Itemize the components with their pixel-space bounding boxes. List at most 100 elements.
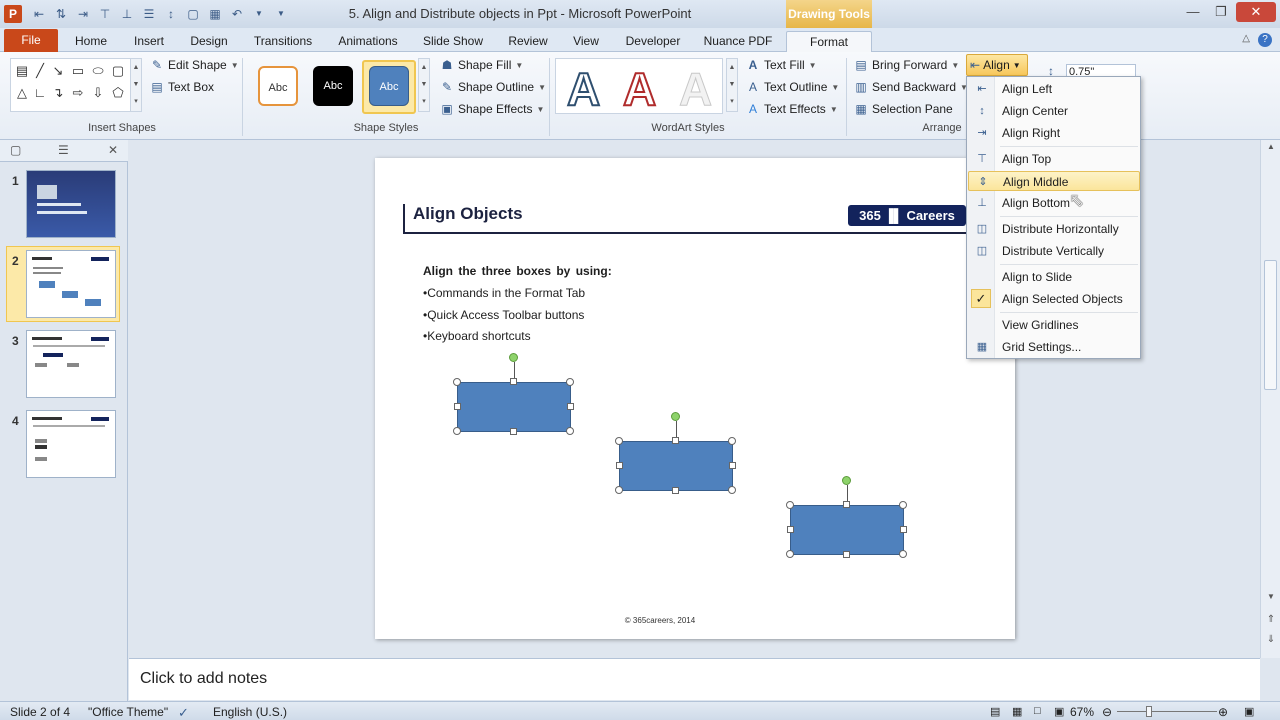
slide-title[interactable]: Align Objects bbox=[413, 204, 523, 224]
bent-arrow-icon[interactable]: ↴ bbox=[49, 85, 67, 101]
close-icon[interactable]: ✕ bbox=[1236, 2, 1276, 22]
resize-handle[interactable] bbox=[899, 550, 907, 558]
shape-style-orange-outline[interactable]: Abc bbox=[258, 66, 298, 106]
zoom-out-icon[interactable]: ⊖ bbox=[1102, 705, 1112, 719]
edit-shape-button[interactable]: ✎ Edit Shape ▼ bbox=[150, 58, 239, 72]
bullet-quick-access[interactable]: •Quick Access Toolbar buttons bbox=[423, 308, 584, 322]
normal-view-icon[interactable]: ▤ bbox=[990, 705, 1000, 718]
menu-item-align-right[interactable]: ⇥ Align Right bbox=[968, 123, 1140, 143]
menu-item-align-left[interactable]: ⇤ Align Left bbox=[968, 79, 1140, 99]
previous-slide-icon[interactable]: ⇑ bbox=[1261, 614, 1280, 625]
shape-effects-button[interactable]: ▣ Shape Effects ▼ bbox=[440, 102, 544, 116]
next-slide-icon[interactable]: ⇓ bbox=[1261, 634, 1280, 645]
resize-handle[interactable] bbox=[672, 437, 679, 444]
scroll-up-icon[interactable]: ▲ bbox=[1261, 142, 1280, 151]
shapes-gallery[interactable]: ▤ ╱ ↘ ▭ ⬭ ▢ △ ∟ ↴ ⇨ ⇩ ⬠ bbox=[10, 58, 140, 112]
resize-handle[interactable] bbox=[615, 486, 623, 494]
tab-home[interactable]: Home bbox=[70, 31, 112, 52]
spelling-check-icon[interactable]: ✓ bbox=[178, 705, 189, 720]
restore-icon[interactable]: ❐ bbox=[1208, 2, 1234, 22]
resize-handle[interactable] bbox=[567, 403, 574, 410]
rectangle-shape-icon[interactable]: ▭ bbox=[69, 63, 87, 79]
resize-handle[interactable] bbox=[728, 437, 736, 445]
shapes-gallery-scroll[interactable]: ▲ ▼ ▾ bbox=[130, 58, 142, 112]
wordart-style-outline[interactable]: A bbox=[566, 62, 601, 116]
bullet-format-tab[interactable]: •Commands in the Format Tab bbox=[423, 286, 585, 300]
rotate-handle-2[interactable] bbox=[671, 412, 680, 421]
resize-handle[interactable] bbox=[787, 526, 794, 533]
slide-thumbnail-3[interactable] bbox=[26, 330, 116, 398]
line-shape-icon[interactable]: ╱ bbox=[31, 63, 49, 79]
slide-instruction[interactable]: Align the three boxes by using: bbox=[423, 264, 612, 278]
menu-item-distribute-vertically[interactable]: ◫ Distribute Vertically bbox=[968, 241, 1140, 261]
wordart-style-red[interactable]: A bbox=[622, 62, 657, 116]
resize-handle[interactable] bbox=[616, 462, 623, 469]
notes-placeholder[interactable]: Click to add notes bbox=[140, 670, 267, 688]
tab-insert[interactable]: Insert bbox=[128, 31, 170, 52]
zoom-slider-knob[interactable] bbox=[1146, 706, 1152, 717]
tab-slide-show[interactable]: Slide Show bbox=[418, 31, 488, 52]
zoom-in-icon[interactable]: ⊕ bbox=[1218, 705, 1228, 719]
resize-handle[interactable] bbox=[843, 501, 850, 508]
slide-canvas[interactable]: Align Objects 365 ▐▌ Careers Align the t… bbox=[375, 158, 1015, 639]
tab-format[interactable]: Format bbox=[786, 31, 872, 52]
close-panel-icon[interactable]: ✕ bbox=[108, 143, 118, 157]
blue-box-1[interactable] bbox=[457, 382, 571, 432]
minimize-icon[interactable]: — bbox=[1180, 2, 1206, 22]
tab-design[interactable]: Design bbox=[186, 31, 232, 52]
wordart-style-light[interactable]: A bbox=[678, 62, 712, 116]
arrow-line-shape-icon[interactable]: ↘ bbox=[49, 63, 67, 79]
zoom-slider[interactable] bbox=[1117, 711, 1217, 712]
menu-item-distribute-horizontally[interactable]: ◫ Distribute Horizontally bbox=[968, 219, 1140, 239]
vertical-scrollbar[interactable]: ▲ ▼ ⇑ ⇓ bbox=[1260, 140, 1280, 658]
outline-tab-icon[interactable]: ☰ bbox=[58, 143, 69, 157]
resize-handle[interactable] bbox=[510, 378, 517, 385]
menu-item-view-gridlines[interactable]: View Gridlines bbox=[968, 315, 1140, 335]
reading-view-icon[interactable]: □ bbox=[1034, 705, 1041, 717]
elbow-connector-icon[interactable]: ∟ bbox=[31, 85, 49, 100]
resize-handle[interactable] bbox=[728, 486, 736, 494]
text-effects-button[interactable]: A Text Effects ▼ bbox=[746, 102, 838, 116]
shape-outline-button[interactable]: ✎ Shape Outline ▼ bbox=[440, 80, 546, 94]
tab-review[interactable]: Review bbox=[504, 31, 552, 52]
slide-thumbnail-4[interactable] bbox=[26, 410, 116, 478]
tab-view[interactable]: View bbox=[566, 31, 606, 52]
notes-pane[interactable]: Click to add notes bbox=[129, 658, 1260, 700]
minimize-ribbon-icon[interactable]: △ bbox=[1242, 33, 1250, 44]
shape-style-black[interactable]: Abc bbox=[313, 66, 353, 106]
shape-styles-scroll[interactable]: ▲ ▼ ▾ bbox=[418, 58, 430, 112]
down-arrow-shape-icon[interactable]: ⇩ bbox=[89, 85, 107, 101]
send-backward-button[interactable]: ▥ Send Backward ▼ bbox=[854, 80, 968, 94]
resize-handle[interactable] bbox=[672, 487, 679, 494]
resize-handle[interactable] bbox=[786, 550, 794, 558]
menu-item-align-center[interactable]: ↕ Align Center bbox=[968, 101, 1140, 121]
tab-animations[interactable]: Animations bbox=[334, 31, 402, 52]
resize-handle[interactable] bbox=[566, 427, 574, 435]
text-fill-button[interactable]: A Text Fill ▼ bbox=[746, 58, 817, 72]
menu-item-align-to-slide[interactable]: Align to Slide bbox=[968, 267, 1140, 287]
resize-handle[interactable] bbox=[843, 551, 850, 558]
slide-sorter-icon[interactable]: ▦ bbox=[1012, 705, 1022, 718]
resize-handle[interactable] bbox=[729, 462, 736, 469]
resize-handle[interactable] bbox=[510, 428, 517, 435]
rotate-handle-1[interactable] bbox=[509, 353, 518, 362]
blue-box-2[interactable] bbox=[619, 441, 733, 491]
shape-fill-button[interactable]: ☗ Shape Fill ▼ bbox=[440, 58, 524, 72]
triangle-shape-icon[interactable]: △ bbox=[13, 85, 31, 101]
menu-item-grid-settings[interactable]: ▦ Grid Settings... bbox=[968, 337, 1140, 357]
menu-item-align-selected-objects[interactable]: ✓ Align Selected Objects bbox=[968, 289, 1140, 309]
slide-thumbnail-2[interactable] bbox=[26, 250, 116, 318]
bullet-shortcuts[interactable]: •Keyboard shortcuts bbox=[423, 329, 531, 343]
shape-style-blue[interactable]: Abc bbox=[369, 66, 409, 106]
help-icon[interactable]: ? bbox=[1258, 33, 1272, 47]
oval-shape-icon[interactable]: ⬭ bbox=[89, 63, 107, 79]
rotate-handle-3[interactable] bbox=[842, 476, 851, 485]
text-outline-button[interactable]: A Text Outline ▼ bbox=[746, 80, 839, 94]
bring-forward-button[interactable]: ▤ Bring Forward ▼ bbox=[854, 58, 959, 72]
resize-handle[interactable] bbox=[900, 526, 907, 533]
scroll-down-icon[interactable]: ▼ bbox=[1261, 592, 1280, 601]
scroll-thumb[interactable] bbox=[1264, 260, 1277, 390]
resize-handle[interactable] bbox=[453, 378, 461, 386]
language-indicator[interactable]: English (U.S.) bbox=[213, 705, 287, 719]
blue-box-3[interactable] bbox=[790, 505, 904, 555]
